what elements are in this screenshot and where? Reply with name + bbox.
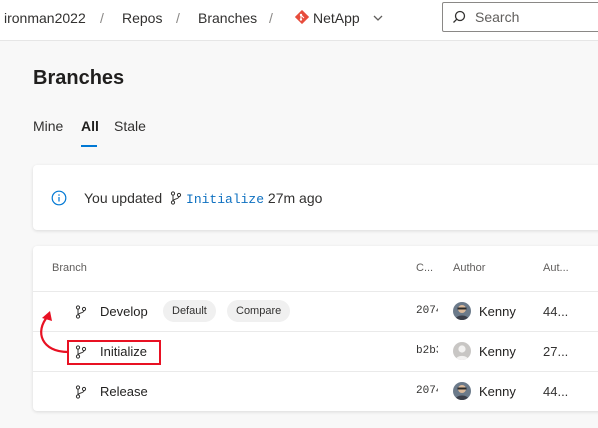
active-tab-indicator — [81, 145, 97, 147]
annotation-arrow — [40, 311, 69, 354]
tab-mine[interactable]: Mine — [33, 118, 63, 134]
author-name: Kenny — [479, 344, 516, 359]
column-header-branch[interactable]: Branch — [52, 262, 87, 274]
column-header-author[interactable]: Author — [453, 262, 485, 274]
column-header-authored[interactable]: Aut... — [543, 262, 569, 274]
commit-id[interactable]: 2074 — [416, 385, 438, 397]
banner-prefix: You updated — [84, 190, 163, 206]
commit-id[interactable]: 2074 — [416, 305, 438, 317]
breadcrumb-section[interactable]: Branches — [198, 10, 257, 26]
table-row[interactable]: Release 2074 Kenny 44... — [33, 371, 598, 411]
git-diamond-icon — [295, 10, 309, 24]
author-name: Kenny — [479, 304, 516, 319]
update-banner: You updated Initialize 27m ago — [33, 165, 598, 230]
avatar — [453, 382, 471, 400]
breadcrumb-separator: / — [100, 10, 104, 26]
authored-date: 44... — [543, 304, 569, 319]
tab-all[interactable]: All — [81, 118, 99, 134]
default-badge: Default — [163, 300, 216, 322]
banner-branch-link[interactable]: Initialize — [186, 192, 264, 207]
chevron-down-icon[interactable] — [372, 13, 384, 23]
avatar — [453, 342, 471, 360]
branches-table: Branch C... Author Aut... Develop Defaul… — [33, 246, 598, 411]
info-icon — [51, 190, 67, 206]
top-navigation-bar: ironman2022 / Repos / Branches / NetApp … — [0, 0, 598, 41]
banner-suffix: 27m ago — [267, 190, 323, 206]
breadcrumb-project[interactable]: Repos — [122, 10, 162, 26]
table-row[interactable]: Develop Default Compare 2074 Kenny 44... — [33, 291, 598, 331]
tab-stale[interactable]: Stale — [114, 118, 146, 134]
branch-icon — [75, 385, 87, 399]
authored-date: 27... — [543, 344, 569, 359]
breadcrumb-separator: / — [176, 10, 180, 26]
repo-selector[interactable]: NetApp — [313, 10, 360, 26]
column-header-commit[interactable]: C... — [416, 262, 433, 274]
banner-message: You updated Initialize 27m ago — [84, 190, 322, 207]
author-name: Kenny — [479, 384, 516, 399]
avatar — [453, 302, 471, 320]
search-icon — [453, 10, 466, 23]
commit-id[interactable]: b2b3 — [416, 345, 438, 357]
branch-name[interactable]: Develop — [100, 304, 148, 319]
breadcrumb-org[interactable]: ironman2022 — [4, 10, 86, 26]
branch-icon — [170, 191, 182, 205]
breadcrumb-separator: / — [269, 10, 273, 26]
search-box[interactable]: Search — [442, 2, 598, 32]
authored-date: 44... — [543, 384, 569, 399]
compare-badge[interactable]: Compare — [227, 300, 291, 322]
page-title: Branches — [33, 67, 125, 89]
branch-name[interactable]: Release — [100, 384, 148, 399]
search-placeholder: Search — [475, 9, 520, 25]
